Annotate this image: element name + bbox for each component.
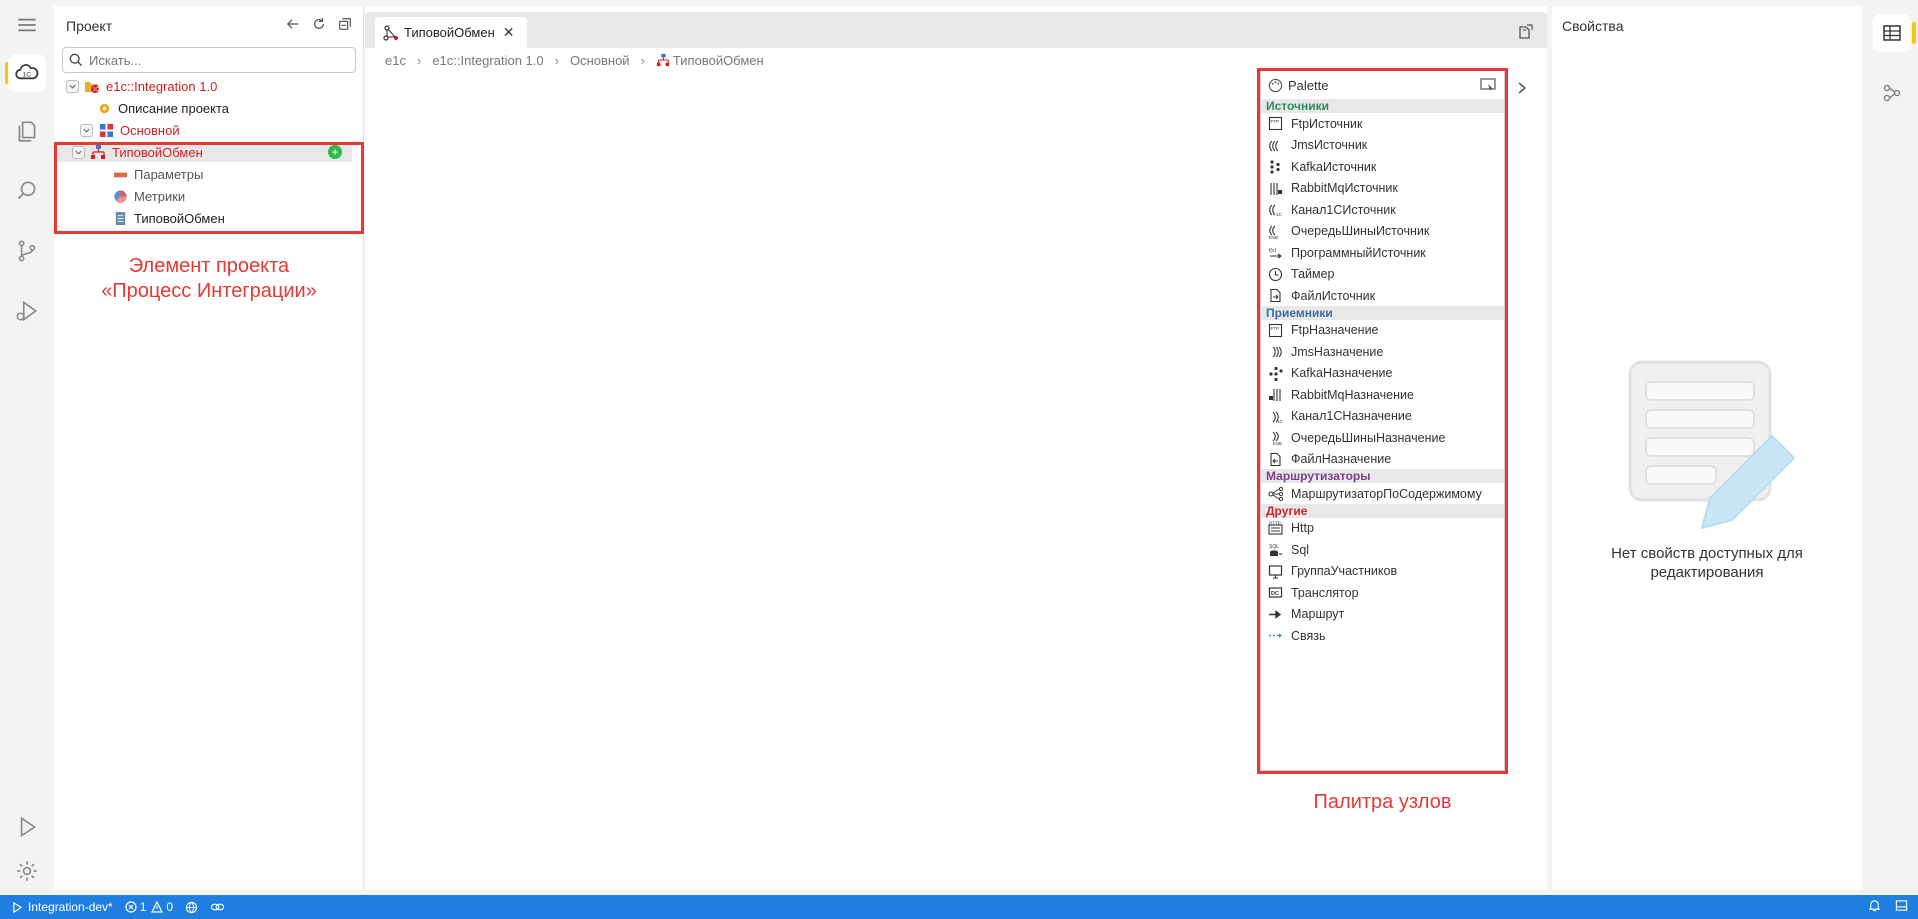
settings-icon[interactable] <box>8 852 46 890</box>
module-icon <box>98 122 114 138</box>
project-panel: Проект 1C e1c::Integration 1.0 Описание … <box>54 6 364 890</box>
right-activity-bar <box>1864 0 1918 895</box>
project-panel-title: Проект <box>66 18 113 34</box>
active-indicator <box>1912 22 1916 44</box>
status-bar: Integration-dev* 1 0 <box>0 895 1918 919</box>
svg-text:1C: 1C <box>23 71 32 78</box>
breadcrumb-item[interactable]: ТиповойОбмен <box>673 53 764 68</box>
empty-properties-icon <box>1628 360 1796 530</box>
search-icon[interactable] <box>8 172 46 210</box>
process-diagram-icon <box>383 24 398 41</box>
bell-icon[interactable] <box>1868 899 1881 915</box>
open-source-icon[interactable] <box>1517 24 1535 42</box>
chevron-right-icon: › <box>640 52 645 68</box>
play-icon <box>13 901 23 913</box>
source-control-icon[interactable] <box>8 232 46 270</box>
message-line: Нет свойств доступных для <box>1611 545 1803 562</box>
branch-indicator[interactable]: Integration-dev* <box>12 900 113 914</box>
project-toolbar <box>285 16 353 32</box>
gear-icon <box>96 100 112 116</box>
search-input[interactable] <box>89 52 339 68</box>
chevron-down-icon[interactable] <box>66 79 79 93</box>
tab-integration-process[interactable]: ТиповойОбмен ✕ <box>375 17 527 48</box>
error-icon <box>125 901 137 913</box>
menu-icon[interactable] <box>8 6 46 44</box>
message-line: редактирования <box>1650 564 1764 581</box>
project-icon: 1C <box>84 78 100 94</box>
properties-table-icon[interactable] <box>1873 14 1911 52</box>
back-icon[interactable] <box>285 16 301 32</box>
search-input-wrapper <box>62 47 356 73</box>
chevron-right-icon: › <box>554 52 559 68</box>
empty-properties-message: Нет свойств доступных для редактирования <box>1572 544 1842 582</box>
cloud-1c-icon[interactable]: 1C <box>8 54 46 92</box>
collapse-all-icon[interactable] <box>337 16 353 32</box>
layout-icon[interactable] <box>1895 899 1908 915</box>
annotation-palette: Палитра узлов <box>1313 791 1452 813</box>
annotation-line: Элемент проекта <box>128 255 290 277</box>
properties-title: Свойства <box>1562 18 1624 34</box>
warning-count: 0 <box>166 900 174 914</box>
tab-label: ТиповойОбмен <box>404 25 495 40</box>
annotation-frame-palette <box>1257 68 1508 774</box>
tab-bar: ТиповойОбмен ✕ <box>365 12 1547 48</box>
run-debug-icon[interactable] <box>8 292 46 330</box>
error-count: 1 <box>139 900 147 914</box>
globe-icon[interactable] <box>185 901 198 914</box>
refresh-icon[interactable] <box>311 16 327 32</box>
annotation-frame-project <box>54 142 364 234</box>
breadcrumb-item[interactable]: e1c::Integration 1.0 <box>432 53 543 68</box>
warning-icon <box>151 901 164 913</box>
breadcrumb: e1c › e1c::Integration 1.0 › Основной › … <box>385 50 764 70</box>
breadcrumb-item[interactable]: e1c <box>385 53 406 68</box>
annotation-line: «Процесс Интеграции» <box>101 280 317 302</box>
branch-name: Integration-dev* <box>28 900 113 914</box>
tree-item-main[interactable]: Основной <box>80 120 180 140</box>
close-icon[interactable]: ✕ <box>503 24 515 41</box>
tree-label: Описание проекта <box>118 100 230 116</box>
integration-process-icon <box>656 53 670 67</box>
problems-indicator[interactable]: 1 0 <box>125 900 173 914</box>
files-icon[interactable] <box>8 112 46 150</box>
chevron-right-icon: › <box>416 52 422 68</box>
search-icon <box>69 53 83 67</box>
annotation-project-element: Элемент проекта «Процесс Интеграции» <box>54 254 364 304</box>
properties-panel: Свойства Нет свойств доступных для редак… <box>1552 6 1862 890</box>
link-icon[interactable] <box>210 901 225 913</box>
status-right <box>1868 899 1908 915</box>
chevron-down-icon[interactable] <box>80 123 93 137</box>
svg-text:1C: 1C <box>93 87 100 93</box>
tree-label: e1c::Integration 1.0 <box>106 78 218 94</box>
tree-label: Основной <box>120 122 180 138</box>
tree-item-description[interactable]: Описание проекта <box>96 98 229 118</box>
activity-bar: 1C <box>0 0 53 895</box>
tree-item-root[interactable]: 1C e1c::Integration 1.0 <box>66 76 217 96</box>
chevron-right-icon[interactable] <box>1515 80 1529 96</box>
run-icon[interactable] <box>8 808 46 846</box>
breadcrumb-item[interactable]: Основной <box>570 53 630 68</box>
structure-icon[interactable] <box>1873 74 1911 112</box>
